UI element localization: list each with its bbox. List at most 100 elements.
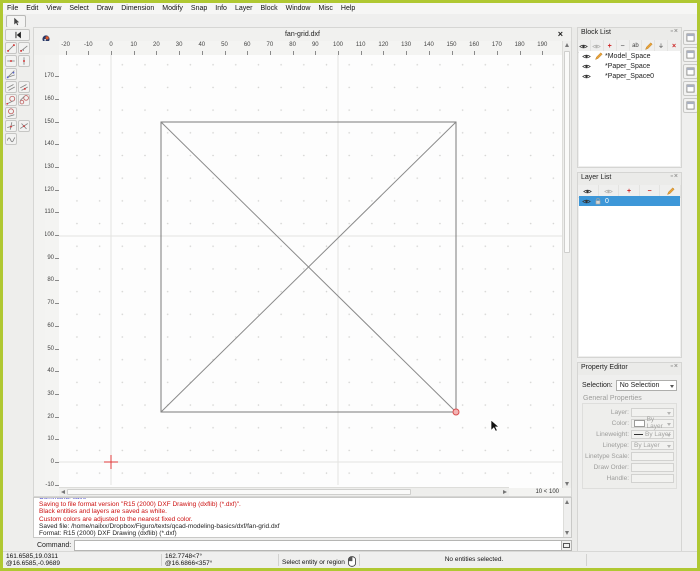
menu-layer[interactable]: Layer — [231, 5, 257, 12]
close-panel-icon[interactable]: × — [674, 28, 679, 35]
relative-polar: @16.6866<357° — [165, 560, 213, 567]
h-ruler-label: 60 — [243, 42, 251, 48]
property-row: Linetype: By Layer — [585, 440, 674, 450]
property-input[interactable] — [631, 462, 674, 472]
tool-line-angle-button[interactable] — [18, 42, 30, 54]
block-row[interactable]: *Model_Space — [579, 51, 680, 61]
tool-line-horizontal-button[interactable] — [5, 55, 17, 67]
menu-file[interactable]: File — [3, 5, 22, 12]
v-ruler-label: 70 — [47, 300, 54, 307]
toggle-block-list-button[interactable] — [682, 64, 698, 79]
menu-info[interactable]: Info — [211, 5, 231, 12]
tool-line-tangent-point-button[interactable] — [5, 94, 17, 106]
property-editor-body: Selection: No Selection General Properti… — [579, 375, 680, 550]
h-ruler-label: 120 — [378, 42, 389, 48]
cad-toolbar-row — [3, 55, 33, 67]
v-ruler-label: 110 — [45, 209, 54, 216]
v-ruler-label: 120 — [45, 186, 54, 193]
visibility-eye-icon[interactable] — [581, 72, 591, 81]
hscroll-thumb[interactable] — [67, 489, 411, 495]
visibility-eye-icon[interactable] — [581, 52, 591, 61]
property-input[interactable] — [631, 473, 674, 483]
tool-line-orthogonal-button[interactable] — [5, 120, 17, 132]
block-row[interactable]: *Paper_Space0 — [579, 71, 680, 81]
vertical-scrollbar[interactable] — [562, 41, 571, 488]
history-line: Format: R15 (2000) DXF Drawing (dxflib) … — [39, 530, 177, 538]
document-title: fan-grid.dxf — [284, 31, 321, 38]
h-ruler-label: 80 — [289, 42, 296, 48]
command-history: Command: save Saving to file format versi… — [33, 497, 572, 538]
v-ruler-label: 170 — [45, 73, 54, 80]
tool-line-orthogonal-tangent-button[interactable] — [5, 107, 17, 119]
property-row: Lineweight: By Layer — [585, 429, 674, 439]
tool-line-parallel-through-point-button[interactable] — [18, 81, 30, 93]
h-ruler-label: 50 — [221, 42, 228, 48]
toggle-property-editor-button[interactable] — [682, 30, 698, 45]
toggle-command-line-button[interactable] — [682, 98, 698, 113]
v-ruler-label: 20 — [47, 413, 54, 420]
horizontal-scrollbar[interactable] — [59, 487, 509, 496]
property-combo-line[interactable]: By Layer — [631, 429, 674, 439]
property-combo[interactable]: By Layer — [631, 440, 674, 450]
selection-status: No entities selected. — [444, 556, 504, 563]
menu-help[interactable]: Help — [337, 5, 359, 12]
property-label: Handle: — [606, 474, 629, 482]
menu-view[interactable]: View — [42, 5, 65, 12]
v-ruler-label: 90 — [47, 254, 54, 261]
close-panel-icon[interactable]: × — [674, 363, 679, 370]
menu-select[interactable]: Select — [65, 5, 92, 12]
menu-dimension[interactable]: Dimension — [117, 5, 158, 12]
tool-line-tangent-2-circles-button[interactable] — [18, 94, 30, 106]
h-ruler-label: 130 — [401, 42, 412, 48]
command-input[interactable] — [74, 540, 562, 551]
history-scrollbar[interactable] — [563, 498, 571, 537]
drawing-canvas[interactable] — [59, 55, 563, 488]
property-input[interactable] — [631, 451, 674, 461]
tool-line-vertical-button[interactable] — [18, 55, 30, 67]
menu-misc[interactable]: Misc — [315, 5, 337, 12]
lock-icon[interactable] — [593, 197, 603, 205]
tool-line-relative-angle-button[interactable] — [18, 120, 30, 132]
layer-list-title: Layer List — [581, 174, 612, 181]
menu-block[interactable]: Block — [256, 5, 281, 12]
menu-snap[interactable]: Snap — [187, 5, 211, 12]
command-options-button[interactable] — [562, 540, 572, 551]
property-label: Draw Order: — [593, 463, 629, 471]
property-editor-header: Property Editor ▫× — [578, 363, 681, 375]
property-editor-panel: Property Editor ▫× Selection: No Selecti… — [577, 362, 682, 552]
tool-line-freehand-button[interactable] — [5, 133, 17, 145]
property-row: Color: By Layer — [585, 416, 674, 430]
menu-modify[interactable]: Modify — [158, 5, 187, 12]
selection-combobox[interactable]: No Selection — [615, 380, 677, 391]
drawing-tabbar: fan-grid.dxf × — [34, 28, 571, 43]
reference-point-marker — [452, 408, 460, 416]
v-ruler-label: 60 — [47, 322, 54, 329]
visibility-eye-icon[interactable] — [581, 62, 591, 71]
block-row[interactable]: *Paper_Space — [579, 61, 680, 71]
toggle-layer-list-button[interactable] — [682, 81, 698, 96]
layer-row[interactable]: 0 — [579, 196, 680, 206]
tool-line-parallel-button[interactable] — [5, 81, 17, 93]
grid-spacing-indicator: 10 < 100 — [535, 489, 559, 495]
general-properties-group: Layer: Color: By Layer Lineweight: By Layer L… — [582, 403, 677, 489]
status-bar: 161.6585,19.0311 @16.6585,-0.9689 162.77… — [3, 551, 697, 568]
tool-line-2-points-button[interactable] — [5, 42, 17, 54]
menu-window[interactable]: Window — [282, 5, 315, 12]
tool-line-bisector-button[interactable] — [5, 68, 17, 80]
menu-edit[interactable]: Edit — [22, 5, 42, 12]
menubar: File Edit View Select Draw Dimension Modify Sna… — [3, 3, 697, 14]
vscroll-thumb[interactable] — [564, 51, 570, 253]
visibility-eye-icon[interactable] — [581, 197, 591, 206]
command-label: Command: — [37, 542, 72, 549]
h-ruler-label: 40 — [198, 42, 206, 48]
absolute-coordinates: 161.6585,19.0311 — [6, 553, 58, 560]
close-document-icon[interactable]: × — [558, 29, 563, 39]
v-ruler-label: 0 — [50, 459, 54, 465]
tool-back-button[interactable] — [5, 29, 30, 41]
toggle-library-browser-button[interactable] — [682, 47, 698, 62]
chevron-down-icon — [670, 385, 674, 388]
menu-draw[interactable]: Draw — [93, 5, 117, 12]
close-panel-icon[interactable]: × — [674, 173, 679, 180]
property-combo-color[interactable]: By Layer — [631, 416, 674, 430]
h-ruler-label: 100 — [332, 42, 344, 48]
